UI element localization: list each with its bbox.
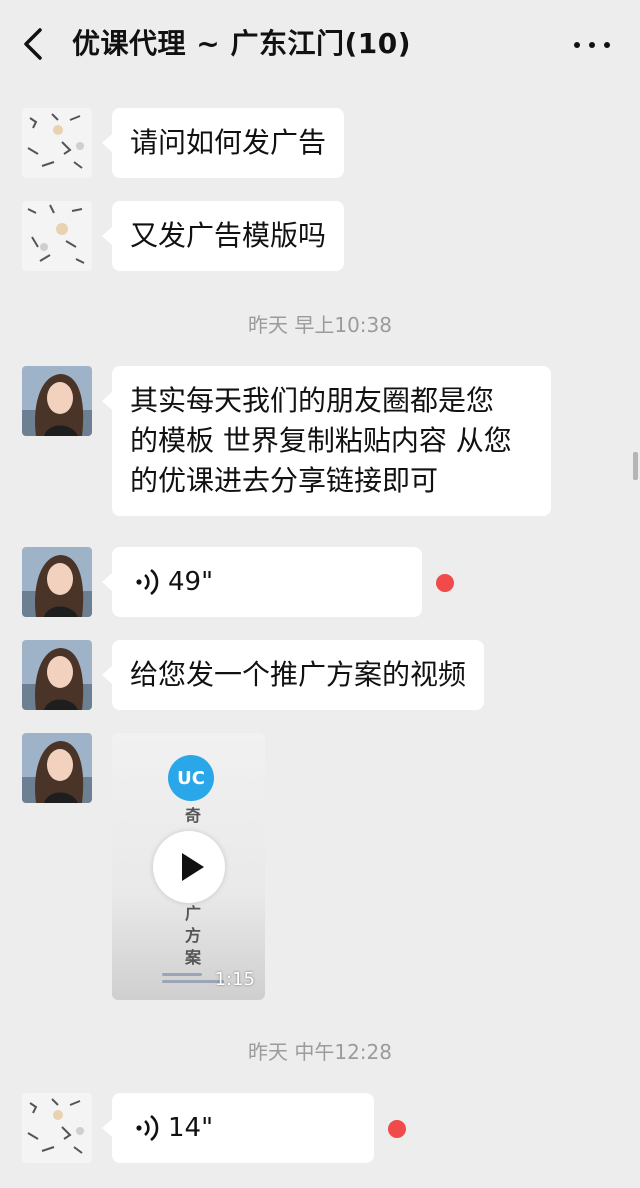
message-bubble[interactable]: 给您发一个推广方案的视频 (101, 640, 485, 710)
scrollbar-thumb[interactable] (633, 452, 638, 480)
avatar[interactable] (22, 366, 92, 436)
timestamp: 昨天 早上10:38 (248, 313, 392, 337)
message-text-line: 的模板 世界复制粘贴内容 从您 (130, 424, 512, 457)
voice-duration: 49" (168, 567, 214, 597)
message-text: 又发广告模版吗 (130, 219, 327, 252)
message-bubble[interactable]: 请问如何发广告 (101, 108, 345, 178)
message-bubble[interactable]: 其实每天我们的朋友圈都是您 的模板 世界复制粘贴内容 从您 的优课进去分享链接即… (102, 366, 551, 516)
message-text: 给您发一个推广方案的视频 (130, 658, 467, 691)
message-text: 请问如何发广告 (130, 126, 327, 159)
voice-wave-icon (136, 568, 159, 596)
voice-duration: 14" (168, 1113, 214, 1143)
avatar[interactable] (22, 640, 92, 710)
timestamp: 昨天 中午12:28 (248, 1040, 392, 1064)
uc-logo: UC (168, 755, 214, 801)
video-message[interactable]: UC 奇 广 方 案 1:15 (112, 733, 265, 1000)
voice-message[interactable]: 14" (102, 1093, 374, 1163)
avatar[interactable] (22, 201, 92, 271)
voice-wave-icon (136, 1114, 159, 1142)
chat-title: 优课代理 ~ 广东江门(10) (72, 27, 412, 60)
message-text-line: 的优课进去分享链接即可 (130, 464, 439, 497)
avatar[interactable] (22, 1093, 92, 1163)
chat-header: 优课代理 ~ 广东江门(10) (0, 0, 640, 88)
video-caption-bottom: 广 方 案 (184, 904, 201, 967)
avatar[interactable] (22, 733, 92, 803)
avatar[interactable] (22, 547, 92, 617)
voice-message[interactable]: 49" (102, 547, 422, 617)
chevron-left-icon[interactable] (18, 26, 50, 62)
video-caption-top: 奇 (184, 806, 201, 825)
video-duration: 1:15 (214, 969, 255, 990)
more-dots-icon[interactable] (568, 30, 616, 58)
play-icon[interactable] (153, 831, 225, 903)
avatar[interactable] (22, 108, 92, 178)
message-bubble[interactable]: 又发广告模版吗 (101, 201, 345, 271)
unread-dot (436, 574, 454, 592)
message-text-line: 其实每天我们的朋友圈都是您 (130, 384, 495, 417)
unread-dot (388, 1120, 406, 1138)
